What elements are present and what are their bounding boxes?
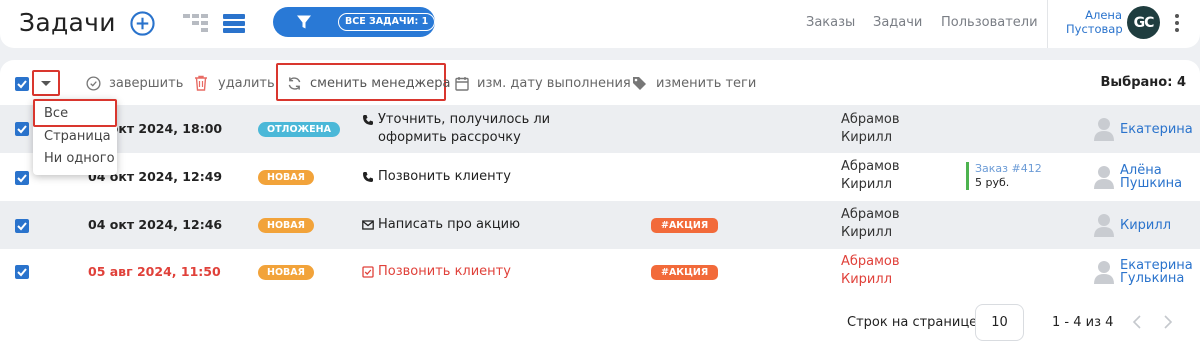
delete-button[interactable]: удалить bbox=[194, 73, 275, 93]
task-title[interactable]: Позвонить клиенту bbox=[362, 263, 511, 281]
select-dropdown-trigger[interactable] bbox=[32, 70, 60, 96]
task-title[interactable]: Уточнить, получилось ли оформить рассроч… bbox=[362, 111, 602, 147]
mail-icon bbox=[362, 220, 374, 230]
executor[interactable]: Екатерина bbox=[1094, 117, 1193, 141]
table-row[interactable]: 05 авг 2024, 11:50 НОВАЯ Позвонить клиен… bbox=[0, 249, 1200, 297]
executor[interactable]: Кирилл bbox=[1094, 213, 1171, 237]
phone-icon bbox=[363, 115, 373, 125]
filter-count-badge: ВСЕ ЗАДАЧИ: 1 bbox=[338, 13, 436, 31]
check-circle-icon bbox=[86, 75, 101, 91]
avatar[interactable]: GC bbox=[1127, 6, 1160, 39]
tag-badge: #АКЦИЯ bbox=[651, 218, 719, 233]
status-badge: НОВАЯ bbox=[258, 170, 314, 185]
caret-down-icon bbox=[41, 81, 51, 86]
row-checkbox[interactable] bbox=[15, 265, 29, 279]
status-badge: НОВАЯ bbox=[258, 265, 314, 280]
calendar-icon bbox=[455, 76, 469, 91]
select-option-none[interactable]: Ни одного bbox=[44, 151, 115, 166]
selected-count: Выбрано: 4 bbox=[1100, 75, 1186, 90]
select-dropdown-menu: Все Страница Ни одного bbox=[33, 99, 117, 175]
rows-per-page-label: Строк на странице: bbox=[847, 315, 982, 330]
rows-per-page-select[interactable]: 10 bbox=[975, 304, 1024, 341]
select-all-checkbox[interactable] bbox=[15, 77, 29, 91]
filter-icon bbox=[273, 7, 335, 37]
executor[interactable]: Екатерина Гулькина bbox=[1094, 259, 1193, 285]
nav-tasks[interactable]: Задачи bbox=[873, 15, 922, 30]
table-row[interactable]: 04 окт 2024, 12:49 НОВАЯ Позвонить клиен… bbox=[0, 153, 1200, 201]
header-divider bbox=[1047, 0, 1048, 48]
user-avatar-icon bbox=[1094, 118, 1114, 141]
change-manager-button[interactable]: сменить менеджера bbox=[287, 73, 451, 93]
change-date-button[interactable]: изм. дату выполнения bbox=[455, 73, 631, 93]
select-option-page[interactable]: Страница bbox=[44, 129, 111, 144]
task-date: 04 окт 2024, 12:46 bbox=[88, 217, 223, 232]
trash-icon bbox=[195, 75, 207, 91]
pagination-range: 1 - 4 из 4 bbox=[1052, 315, 1114, 330]
user-avatar-icon bbox=[1094, 166, 1114, 189]
nav-orders[interactable]: Заказы bbox=[806, 15, 855, 30]
order-link[interactable]: Заказ #412 5 руб. bbox=[966, 162, 1042, 190]
kanban-view-icon[interactable] bbox=[183, 14, 209, 33]
add-task-icon[interactable] bbox=[130, 11, 155, 36]
task-date: 05 авг 2024, 11:50 bbox=[88, 264, 221, 279]
refresh-icon bbox=[288, 76, 301, 90]
manager-name: Абрамов Кирилл bbox=[841, 159, 900, 192]
user-avatar-icon bbox=[1094, 261, 1114, 284]
table-row[interactable]: 04 окт 2024, 18:00 ОТЛОЖЕНА Уточнить, по… bbox=[0, 105, 1200, 153]
more-menu-icon[interactable] bbox=[1172, 12, 1182, 34]
nav-users[interactable]: Пользователи bbox=[941, 15, 1038, 30]
row-checkbox[interactable] bbox=[15, 171, 29, 185]
task-title[interactable]: Написать про акцию bbox=[362, 216, 520, 234]
row-checkbox[interactable] bbox=[15, 122, 29, 136]
next-page-icon[interactable] bbox=[1162, 314, 1174, 330]
top-bar: Задачи ВСЕ ЗАДАЧИ: 1 Заказы Задачи Польз… bbox=[0, 0, 1200, 48]
list-view-icon[interactable] bbox=[223, 14, 245, 33]
select-option-all[interactable]: Все bbox=[44, 106, 68, 121]
manager-name: Абрамов Кирилл bbox=[841, 112, 900, 145]
phone-icon bbox=[363, 172, 373, 182]
change-tags-button[interactable]: изменить теги bbox=[632, 73, 756, 93]
manager-name: Абрамов Кирилл bbox=[841, 254, 900, 287]
task-title[interactable]: Позвонить клиенту bbox=[362, 168, 511, 186]
user-name[interactable]: Алена Пустовар bbox=[1066, 8, 1123, 36]
checkbox-icon bbox=[362, 266, 374, 278]
status-badge: ОТЛОЖЕНА bbox=[258, 122, 340, 137]
table-row[interactable]: 04 окт 2024, 12:46 НОВАЯ Написать про ак… bbox=[0, 201, 1200, 249]
tags-icon bbox=[633, 76, 646, 90]
manager-name: Абрамов Кирилл bbox=[841, 207, 900, 240]
filter-button[interactable]: ВСЕ ЗАДАЧИ: 1 bbox=[273, 7, 436, 37]
user-avatar-icon bbox=[1094, 214, 1114, 237]
page-title: Задачи bbox=[19, 8, 116, 37]
row-checkbox[interactable] bbox=[15, 219, 29, 233]
status-badge: НОВАЯ bbox=[258, 218, 314, 233]
tag-badge: #АКЦИЯ bbox=[651, 265, 719, 280]
prev-page-icon[interactable] bbox=[1131, 314, 1143, 330]
executor[interactable]: Алёна Пушкина bbox=[1094, 164, 1182, 190]
complete-button[interactable]: завершить bbox=[86, 73, 183, 93]
